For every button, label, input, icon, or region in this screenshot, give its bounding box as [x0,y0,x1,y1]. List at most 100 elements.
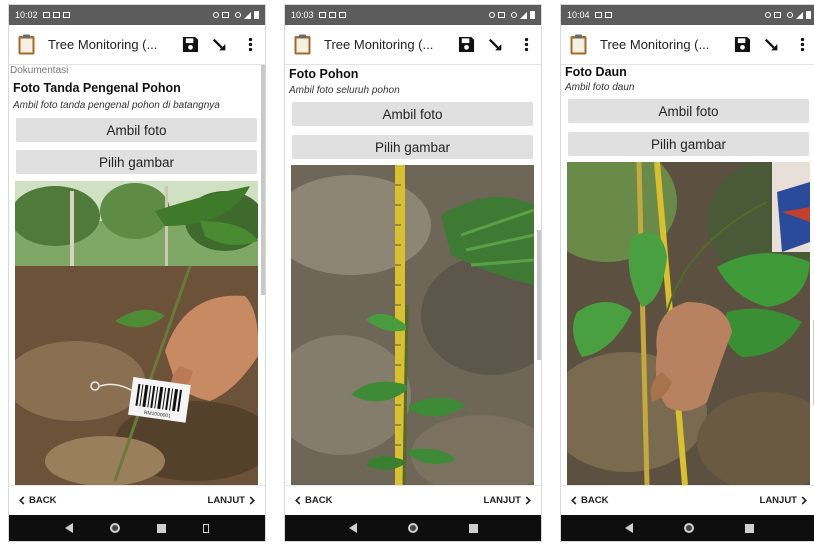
app-title: Tree Monitoring (... [324,37,434,52]
jump-arrow-icon [212,38,226,50]
back-button[interactable]: BACK [19,495,56,506]
recents-nav-icon[interactable] [468,523,478,533]
captured-photo: RM1000001 [15,181,258,485]
nfc-icon [774,12,781,18]
form-content: Foto Daun Ambil foto daun Ambil foto Pil… [561,65,814,485]
question-title: Foto Daun [565,65,627,79]
choose-image-button[interactable]: Pilih gambar [292,135,533,159]
save-icon [458,36,474,53]
status-bar: 10:03 [285,5,541,25]
chevron-left-icon [571,496,577,505]
signal-icon [244,11,251,19]
app-bar: Tree Monitoring (... [9,25,265,65]
section-label: Dokumentasi [10,65,69,76]
bottom-navigation: BACK LANJUT [285,485,541,515]
next-label: LANJUT [759,495,797,506]
back-button[interactable]: BACK [295,495,332,506]
alarm-icon [765,12,771,18]
save-icon [182,36,198,53]
bottom-navigation: BACK LANJUT [561,485,814,515]
next-label: LANJUT [483,495,521,506]
more-options-button[interactable] [517,36,535,54]
battery-icon [530,11,535,19]
take-photo-button[interactable]: Ambil foto [16,118,257,142]
save-icon [734,36,750,53]
notification-icon [328,12,336,18]
notification-icon [604,12,612,18]
jump-button[interactable] [487,36,505,54]
chevron-right-icon [801,496,807,505]
jump-arrow-icon [764,38,778,50]
notification-icon [62,12,70,18]
take-photo-button[interactable]: Ambil foto [292,102,533,126]
status-bar: 10:02 [9,5,265,25]
jump-arrow-icon [488,38,502,50]
chevron-left-icon [19,496,25,505]
app-title: Tree Monitoring (... [600,37,710,52]
alarm-icon [213,12,219,18]
status-time: 10:04 [567,10,590,20]
wifi-icon [235,12,241,18]
notification-icon [338,12,346,18]
status-time: 10:02 [15,10,38,20]
jump-button[interactable] [763,36,781,54]
system-navigation-bar [9,515,265,541]
home-nav-icon[interactable] [110,523,121,533]
app-title: Tree Monitoring (... [48,37,158,52]
more-vert-icon [800,37,804,52]
next-button[interactable]: LANJUT [484,495,531,506]
captured-photo [567,162,810,485]
nfc-icon [222,12,229,18]
bottom-navigation: BACK LANJUT [9,485,265,515]
home-nav-icon[interactable] [683,523,694,533]
take-photo-button[interactable]: Ambil foto [568,99,809,123]
back-nav-icon[interactable] [65,523,74,533]
question-hint: Ambil foto daun [565,82,635,93]
more-vert-icon [524,37,528,52]
clipboard-icon [18,34,35,55]
notification-icon [42,12,50,18]
notification-icon [52,12,60,18]
signal-icon [796,11,803,19]
next-button[interactable]: LANJUT [760,495,807,506]
save-button[interactable] [733,36,751,54]
battery-icon [806,11,811,19]
back-nav-icon[interactable] [624,523,633,533]
question-hint: Ambil foto tanda pengenal pohon di batan… [13,100,220,111]
captured-photo [291,165,534,485]
next-label: LANJUT [207,495,245,506]
rotate-icon[interactable] [202,523,209,533]
jump-button[interactable] [211,36,229,54]
chevron-right-icon [249,496,255,505]
back-label: BACK [581,495,609,506]
home-nav-icon[interactable] [407,523,418,533]
back-label: BACK [305,495,333,506]
back-button[interactable]: BACK [571,495,608,506]
phone-screen-2: 10:03 Tree Monitoring (... Foto Pohon Am… [285,5,541,541]
phone-screen-1: 10:02 Tree Monitoring (... Dokumentasi F… [9,5,265,541]
system-navigation-bar [561,515,814,541]
scrollbar[interactable] [261,65,265,295]
status-bar: 10:04 [561,5,814,25]
wifi-icon [787,12,793,18]
scrollbar[interactable] [537,230,541,360]
notification-icon [318,12,326,18]
system-navigation-bar [285,515,541,541]
app-bar: Tree Monitoring (... [561,25,814,65]
recents-nav-icon[interactable] [744,523,754,533]
recents-nav-icon[interactable] [156,523,166,533]
back-nav-icon[interactable] [348,523,357,533]
save-button[interactable] [181,36,199,54]
save-button[interactable] [457,36,475,54]
question-title: Foto Tanda Pengenal Pohon [13,81,181,95]
status-time: 10:03 [291,10,314,20]
form-content: Foto Pohon Ambil foto seluruh pohon Ambi… [285,65,541,485]
phone-screen-3: 10:04 Tree Monitoring (... Foto Daun Amb… [561,5,814,541]
choose-image-button[interactable]: Pilih gambar [16,150,257,174]
more-options-button[interactable] [241,36,259,54]
alarm-icon [489,12,495,18]
form-content: Dokumentasi Foto Tanda Pengenal Pohon Am… [9,65,265,485]
more-options-button[interactable] [793,36,811,54]
next-button[interactable]: LANJUT [208,495,255,506]
choose-image-button[interactable]: Pilih gambar [568,132,809,156]
